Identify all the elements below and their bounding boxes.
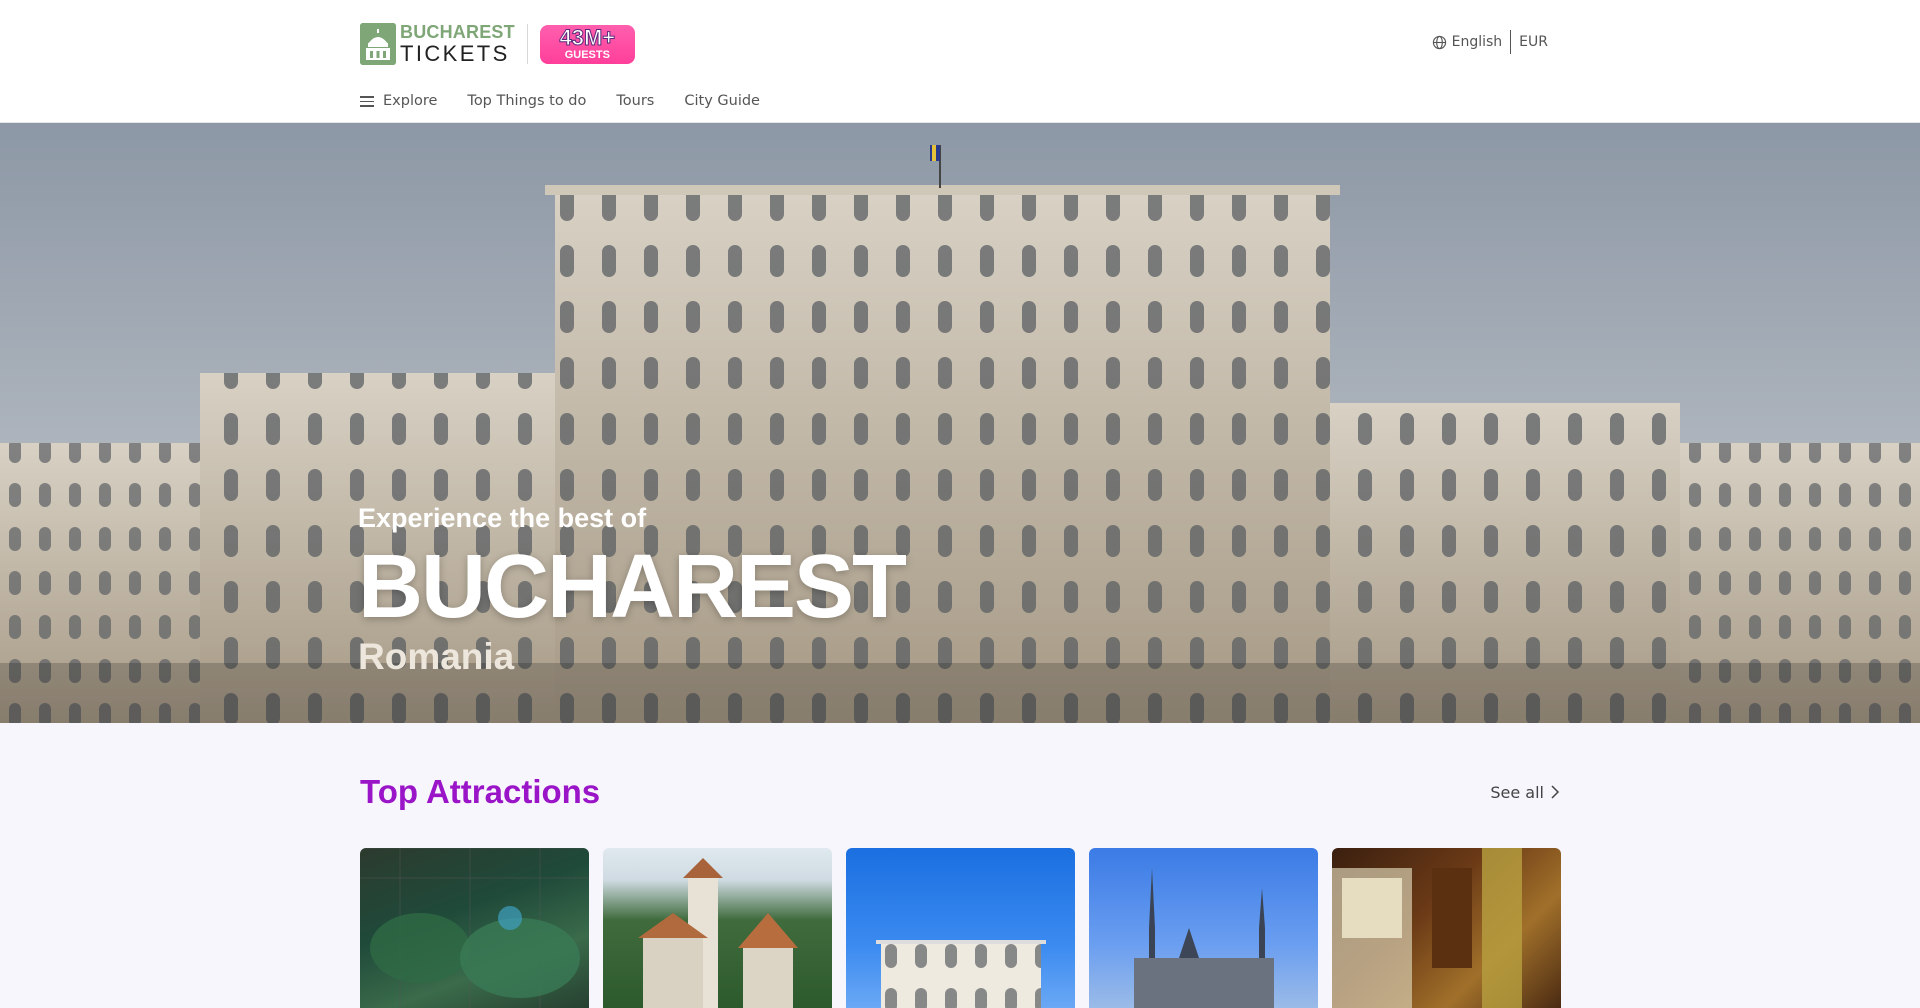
guests-badge: 43M+ GUESTS bbox=[539, 24, 635, 64]
locale-divider bbox=[1510, 30, 1512, 54]
logo-divider bbox=[526, 24, 528, 64]
see-all-label: See all bbox=[1490, 782, 1544, 802]
logo-text-line2: TICKETS bbox=[400, 41, 510, 66]
currency-selector[interactable]: EUR bbox=[1519, 34, 1548, 50]
attraction-image bbox=[1134, 868, 1274, 1008]
guests-count: 43M+ bbox=[559, 25, 616, 50]
section-title: Top Attractions bbox=[360, 773, 601, 810]
locale-switcher: English EUR bbox=[1432, 30, 1548, 54]
chevron-right-icon bbox=[1551, 785, 1560, 799]
main-nav: Explore Top Things to do Tours City Guid… bbox=[360, 93, 790, 109]
palace-logo-icon bbox=[360, 23, 396, 65]
hero-banner: Experience the best of BUCHAREST Romania bbox=[0, 123, 1920, 723]
hero-subtitle: Experience the best of bbox=[358, 503, 647, 533]
nav-item-explore[interactable]: Explore bbox=[360, 93, 437, 109]
nav-item-city-guide[interactable]: City Guide bbox=[684, 93, 760, 109]
guests-label: GUESTS bbox=[564, 49, 610, 61]
hero-text: Experience the best of BUCHAREST Romania bbox=[358, 503, 907, 678]
nav-item-tours[interactable]: Tours bbox=[616, 93, 654, 109]
site-logo[interactable]: BUCHAREST TICKETS 43M+ GUESTS bbox=[360, 22, 635, 66]
palace-hero-image bbox=[0, 123, 1920, 723]
attraction-card[interactable] bbox=[603, 848, 832, 1008]
attraction-card[interactable] bbox=[360, 848, 589, 1008]
attraction-card[interactable] bbox=[1089, 848, 1318, 1008]
globe-icon bbox=[1432, 35, 1446, 49]
attraction-image bbox=[1332, 848, 1522, 1008]
logo-text-line1: BUCHAREST bbox=[400, 22, 515, 42]
attraction-image bbox=[876, 940, 1046, 1008]
hero-title: BUCHAREST bbox=[358, 537, 907, 637]
site-header: BUCHAREST TICKETS 43M+ GUESTS English EU… bbox=[0, 0, 1920, 123]
nav-item-label: Explore bbox=[383, 93, 438, 109]
top-attractions-header: Top Attractions See all bbox=[360, 773, 1560, 811]
see-all-link[interactable]: See all bbox=[1490, 783, 1560, 802]
nav-item-top-things[interactable]: Top Things to do bbox=[467, 93, 586, 109]
attractions-carousel bbox=[360, 848, 1561, 1008]
hero-country: Romania bbox=[358, 636, 515, 677]
attraction-image bbox=[638, 858, 798, 1008]
language-label: English bbox=[1451, 34, 1503, 50]
attraction-card[interactable] bbox=[846, 848, 1075, 1008]
attraction-image bbox=[360, 848, 589, 1008]
menu-icon bbox=[360, 96, 374, 107]
attraction-card[interactable] bbox=[1332, 848, 1561, 1008]
language-selector[interactable]: English bbox=[1432, 34, 1503, 50]
